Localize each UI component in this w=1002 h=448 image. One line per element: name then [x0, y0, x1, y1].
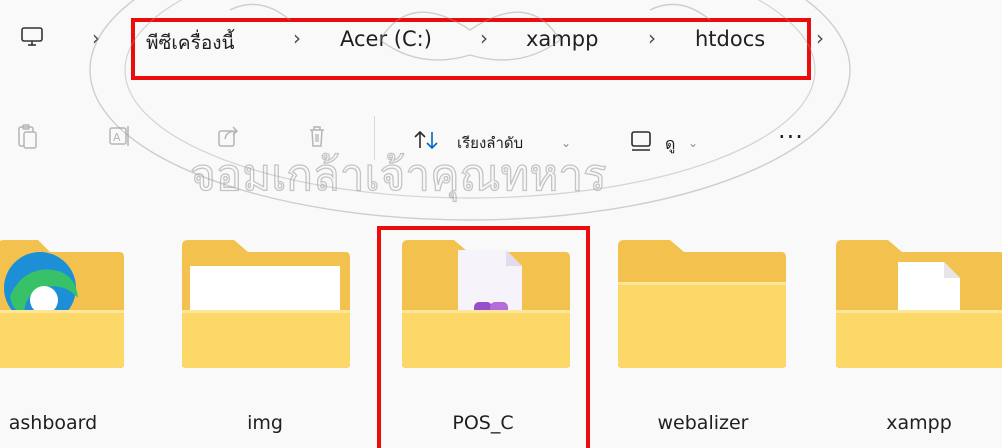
- breadcrumb-highlight-box: [131, 18, 811, 80]
- sort-icon[interactable]: [412, 128, 440, 152]
- toolbar-divider: [374, 116, 375, 160]
- svg-text:A: A: [113, 131, 121, 144]
- view-icon[interactable]: [630, 130, 654, 152]
- folder-name[interactable]: ashboard: [0, 412, 138, 434]
- folder-with-file-icon: [836, 240, 1002, 368]
- sort-button-label[interactable]: เรียงลำดับ: [457, 131, 523, 155]
- folder-highlight-box: [377, 226, 590, 448]
- folder-name[interactable]: webalizer: [618, 412, 788, 434]
- view-button-label[interactable]: ดู: [665, 132, 675, 157]
- paste-icon[interactable]: [16, 122, 40, 150]
- delete-icon[interactable]: [305, 122, 329, 150]
- edge-folder-icon: [0, 240, 124, 368]
- breadcrumb-chevron-icon[interactable]: ›: [816, 26, 824, 50]
- folder-item[interactable]: [832, 236, 1002, 370]
- folder-name[interactable]: xampp: [834, 412, 1002, 434]
- more-options-icon[interactable]: ···: [778, 123, 804, 151]
- this-pc-icon[interactable]: [20, 25, 44, 49]
- share-icon[interactable]: [216, 122, 240, 150]
- folder-with-document-icon: [182, 240, 350, 368]
- folder-item[interactable]: [178, 236, 350, 370]
- folder-item[interactable]: [0, 236, 126, 370]
- view-chevron-down-icon[interactable]: ⌄: [688, 136, 698, 150]
- folder-item[interactable]: [614, 236, 786, 370]
- sort-chevron-down-icon[interactable]: ⌄: [561, 136, 571, 150]
- rename-icon[interactable]: A: [108, 122, 132, 150]
- folder-icon: [618, 240, 786, 368]
- breadcrumb-chevron-icon[interactable]: ›: [92, 26, 100, 50]
- folder-name[interactable]: img: [180, 412, 350, 434]
